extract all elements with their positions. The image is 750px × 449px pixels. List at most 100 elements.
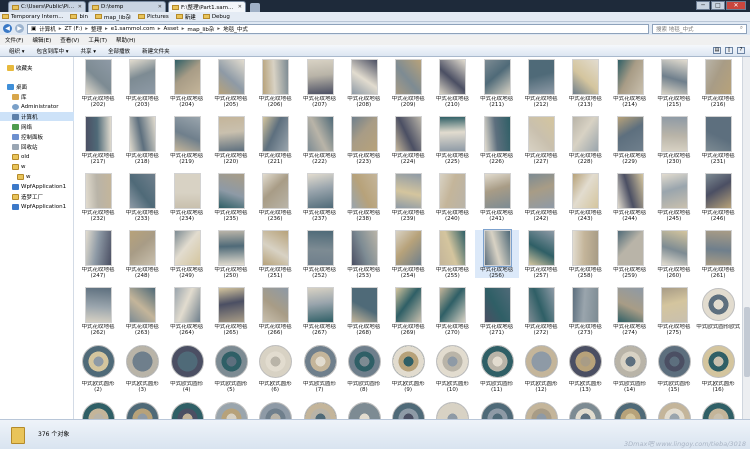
rug-file[interactable]: 中式花纹地毯 (225) [430, 116, 474, 165]
forward-button[interactable]: ▶ [15, 24, 24, 33]
rug-file[interactable]: 中式花纹地毯 (229) [608, 116, 652, 165]
rug-file[interactable]: 中式花纹地毯 (216) [696, 59, 740, 108]
round-rug-file[interactable]: 中式欧式圆形 (12) [519, 344, 563, 393]
help-icon[interactable]: ? [737, 47, 745, 54]
rug-file[interactable]: 中式花纹地毯 (242) [519, 173, 563, 222]
rug-file[interactable]: 中式花纹地毯 (226) [475, 116, 519, 165]
round-rug-file[interactable] [519, 401, 563, 419]
rug-file[interactable]: 中式花纹地毯 (236) [253, 173, 297, 222]
sidebar-item[interactable]: 造梦工厂 [0, 192, 74, 201]
round-rug-file[interactable]: 中式欧式圆形 (16) [696, 344, 740, 393]
rug-file[interactable]: 中式花纹地毯 (219) [165, 116, 209, 165]
rug-file[interactable]: 中式花纹地毯 (206) [253, 59, 297, 108]
rug-file[interactable]: 中式花纹地毯 (270) [430, 287, 474, 336]
sidebar-item[interactable]: WpfApplication1 [0, 182, 74, 191]
rug-file[interactable]: 中式花纹地毯 (260) [652, 230, 696, 279]
round-rug-file[interactable] [696, 401, 740, 419]
scrollbar-thumb[interactable] [744, 307, 750, 377]
round-rug-file[interactable] [76, 401, 120, 419]
rug-file[interactable]: 中式花纹地毯 (272) [519, 287, 563, 336]
tab-temp[interactable]: D:\temp ✕ [88, 1, 166, 12]
rug-file[interactable]: 中式花纹地毯 (258) [563, 230, 607, 279]
rug-file[interactable]: 中式花纹地毯 (210) [430, 59, 474, 108]
round-rug-file[interactable] [253, 401, 297, 419]
sidebar-item[interactable]: old [0, 152, 74, 161]
rug-file[interactable]: 中式花纹地毯 (220) [209, 116, 253, 165]
rug-file[interactable]: 中式花纹地毯 (223) [342, 116, 386, 165]
menu-tools[interactable]: 工具(T) [88, 36, 107, 44]
search-input[interactable]: 搜索 地毯_中式 ⌕ [652, 23, 747, 34]
rug-file[interactable]: 中式花纹地毯 (271) [475, 287, 519, 336]
rug-file[interactable]: 中式花纹地毯 (257) [519, 230, 563, 279]
rug-file[interactable]: 中式花纹地毯 (231) [696, 116, 740, 165]
tab-public-pictures[interactable]: C:\Users\Public\Pictures ✕ [8, 1, 86, 12]
round-rug-file[interactable]: 中式欧式圆形 (14) [608, 344, 652, 393]
rug-file[interactable]: 中式花纹地毯 (268) [342, 287, 386, 336]
rug-file[interactable]: 中式花纹地毯 (239) [386, 173, 430, 222]
rug-file[interactable]: 中式花纹地毯 (237) [298, 173, 342, 222]
menu-edit[interactable]: 编辑(E) [32, 36, 51, 44]
rug-file[interactable]: 中式花纹地毯 (250) [209, 230, 253, 279]
bookmark-pictures[interactable]: Pictures [138, 14, 169, 20]
tab-current-folder[interactable]: F:\整理\Part1.sammol.com\As... ✕ [168, 1, 246, 12]
rug-file[interactable]: 中式花纹地毯 (203) [120, 59, 164, 108]
sidebar-item[interactable]: 回收站 [0, 142, 74, 151]
round-rug-file[interactable] [165, 401, 209, 419]
rug-file[interactable]: 中式花纹地毯 (217) [76, 116, 120, 165]
rug-file[interactable]: 中式花纹地毯 (213) [563, 59, 607, 108]
round-rug-file[interactable] [120, 401, 164, 419]
round-rug-file[interactable]: 中式欧式圆形 (9) [386, 344, 430, 393]
sidebar-item[interactable]: 桌面 [0, 82, 74, 91]
round-rug-file[interactable]: 中式欧式圆形 (4) [165, 344, 209, 393]
round-rug-file[interactable] [563, 401, 607, 419]
round-rug-file[interactable] [209, 401, 253, 419]
round-rug-file[interactable]: 中式欧式圆形 (10) [430, 344, 474, 393]
rug-file[interactable]: 中式花纹地毯 (228) [563, 116, 607, 165]
menu-file[interactable]: 文件(F) [5, 36, 23, 44]
round-rug-file[interactable]: 中式欧式圆形 (8) [342, 344, 386, 393]
rug-file[interactable]: 中式花纹地毯 (246) [696, 173, 740, 222]
sidebar-item[interactable]: 网络 [0, 122, 74, 131]
bookmark-temp-internet[interactable]: Temporary Intern... [2, 14, 63, 20]
rug-file[interactable]: 中式花纹地毯 (208) [342, 59, 386, 108]
sidebar-item[interactable]: 计算机 [0, 112, 74, 121]
rug-file[interactable]: 中式花纹地毯 (205) [209, 59, 253, 108]
play-all-button[interactable]: 全部播放 [108, 47, 130, 55]
crumb[interactable]: 计算机 [39, 25, 56, 33]
minimize-button[interactable]: ─ [696, 1, 710, 10]
crumb[interactable]: map_lib杂 [187, 25, 214, 33]
rug-file[interactable]: 中式花纹地毯 (256) [474, 229, 519, 279]
maximize-button[interactable]: □ [711, 1, 725, 10]
sidebar-item[interactable]: w [0, 162, 74, 171]
close-icon[interactable]: ✕ [78, 4, 82, 10]
back-button[interactable]: ◀ [3, 24, 12, 33]
round-rug-file[interactable] [386, 401, 430, 419]
crumb[interactable]: 地毯_中式 [223, 25, 248, 33]
sidebar-item[interactable]: 库 [0, 92, 74, 101]
sidebar-item[interactable]: 控制面板 [0, 132, 74, 141]
rug-file[interactable]: 中式花纹地毯 (255) [430, 230, 474, 279]
sidebar-item[interactable]: WpfApplication1 [0, 202, 74, 211]
bookmark-debug[interactable]: Debug [202, 14, 230, 20]
rug-file[interactable]: 中式花纹地毯 (252) [298, 230, 342, 279]
rug-file[interactable]: 中式花纹地毯 (267) [298, 287, 342, 336]
new-tab-button[interactable] [250, 3, 260, 12]
sidebar-item[interactable]: Administrator [0, 102, 74, 111]
view-options-icon[interactable]: ▤ [713, 47, 721, 54]
vertical-scrollbar[interactable] [742, 57, 750, 419]
rug-file[interactable]: 中式花纹地毯 (243) [563, 173, 607, 222]
include-in-library-button[interactable]: 包含到库中 ▾ [37, 47, 69, 55]
rug-file[interactable]: 中式花纹地毯 (251) [253, 230, 297, 279]
rug-file[interactable]: 中式花纹地毯 (235) [209, 173, 253, 222]
rug-file[interactable]: 中式花纹地毯 (204) [165, 59, 209, 108]
round-rug-file[interactable]: 中式欧式圆形欧式地毯 (1) [696, 287, 740, 335]
new-folder-button[interactable]: 新建文件夹 [142, 47, 170, 55]
close-icon[interactable]: ✕ [238, 4, 242, 10]
rug-file[interactable]: 中式花纹地毯 (207) [298, 59, 342, 108]
rug-file[interactable]: 中式花纹地毯 (221) [253, 116, 297, 165]
rug-file[interactable]: 中式花纹地毯 (269) [386, 287, 430, 336]
address-bar[interactable]: ▣ 计算机 ▸ ZT (F:) ▸ 整理 ▸ e1.sammol.com ▸ Asset… [27, 23, 649, 34]
sidebar-item[interactable]: w [0, 172, 74, 181]
rug-file[interactable]: 中式花纹地毯 (227) [519, 116, 563, 165]
rug-file[interactable]: 中式花纹地毯 (211) [475, 59, 519, 108]
